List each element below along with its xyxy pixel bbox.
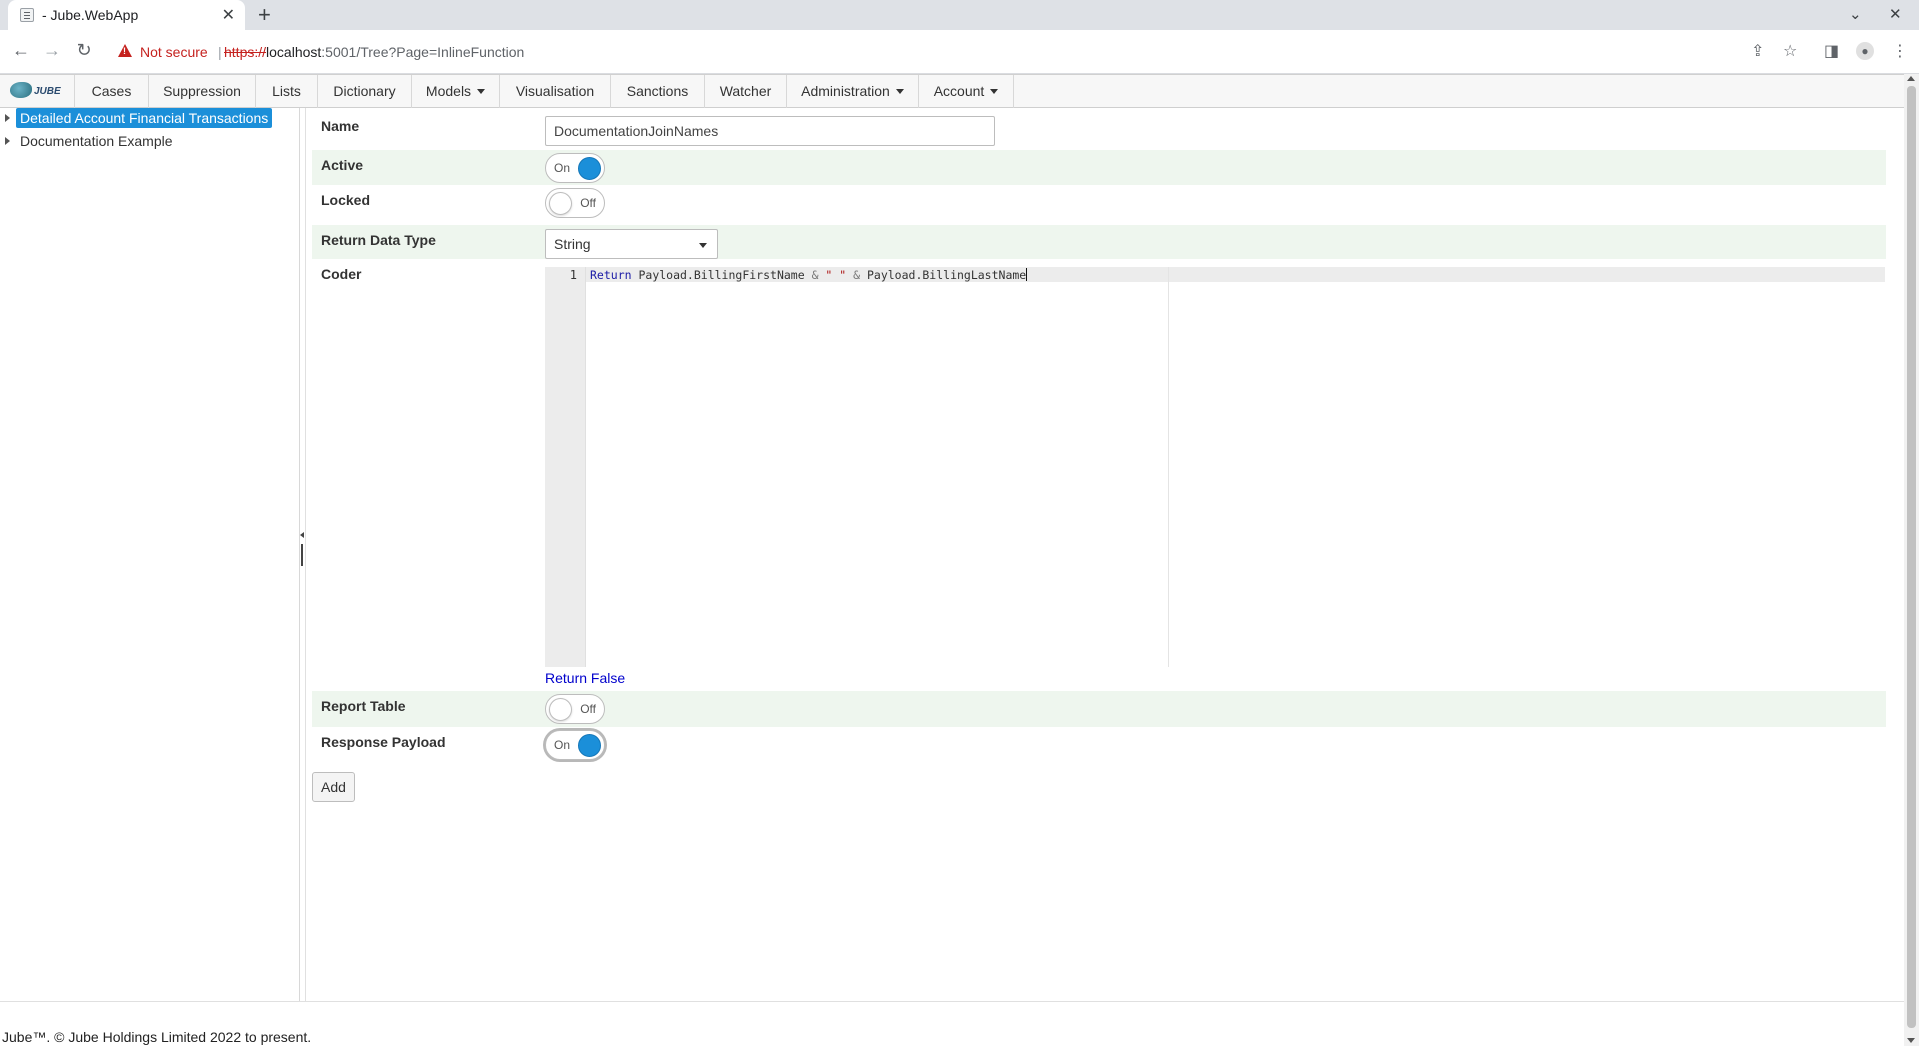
chevron-down-icon [990,89,999,94]
row-name: Name [312,108,1886,146]
menu-sanctions[interactable]: Sanctions [610,75,704,108]
menu-visualisation[interactable]: Visualisation [499,75,610,108]
toggle-knob [578,734,601,757]
chevron-down-icon [895,89,904,94]
add-button[interactable]: Add [312,772,355,802]
omnibox-separator: | [218,44,222,60]
not-secure-label[interactable]: Not secure [140,44,208,60]
app-menu-bar: JUBE Cases Suppression Lists Dictionary … [0,74,1904,108]
expand-arrow-icon[interactable] [5,114,10,122]
toggle-knob [578,157,601,180]
menu-account[interactable]: Account [918,75,1014,108]
menu-administration[interactable]: Administration [786,75,918,108]
toggle-knob [549,698,572,721]
jube-logo[interactable]: JUBE [8,79,66,103]
chevron-down-icon [477,89,486,94]
scrollbar-thumb[interactable] [1907,86,1916,1028]
locked-toggle[interactable]: Off [545,188,605,218]
response-payload-toggle[interactable]: On [545,730,605,760]
active-toggle[interactable]: On [545,153,605,183]
row-response-payload: Response Payload On [312,727,1886,763]
tab-title: - Jube.WebApp [42,7,139,23]
active-label: Active [321,157,364,173]
return-type-label: Return Data Type [321,232,436,248]
logo-text: JUBE [34,86,61,97]
forward-icon[interactable]: → [41,40,63,61]
row-coder: Coder 1 Return Payload.BillingFirstName … [312,259,1886,671]
back-icon[interactable]: ← [10,40,32,61]
menu-suppression[interactable]: Suppression [148,75,255,108]
collapse-arrow-icon[interactable] [300,532,304,538]
scroll-up-icon[interactable] [1907,76,1915,81]
browser-menu-icon[interactable]: ⋮ [1892,41,1908,61]
new-tab-button[interactable]: + [258,2,271,28]
report-table-label: Report Table [321,698,406,714]
url-omnibox[interactable]: Not secure | https://localhost:5001/Tree… [108,36,1768,68]
share-icon[interactable]: ⇪ [1751,41,1764,61]
tab-search-icon[interactable]: ⌄ [1849,5,1862,23]
response-payload-label: Response Payload [321,734,446,750]
scroll-down-icon[interactable] [1907,1038,1915,1043]
code-gutter: 1 [545,267,586,667]
menu-cases[interactable]: Cases [74,75,148,108]
url-text[interactable]: https://localhost:5001/Tree?Page=InlineF… [224,44,524,60]
bookmark-star-icon[interactable]: ☆ [1783,41,1797,61]
address-bar: ← → ↻ Not secure | https://localhost:500… [0,30,1919,74]
name-input[interactable] [545,116,995,146]
chevron-down-icon [699,243,707,248]
locked-label: Locked [321,192,371,208]
model-tree: Detailed Account Financial Transactions … [0,108,300,1001]
code-line[interactable]: Return Payload.BillingFirstName & " " & … [590,268,1028,282]
coder-label: Coder [321,266,362,282]
page-icon [20,8,34,22]
splitter-handle[interactable] [301,544,303,566]
menu-lists[interactable]: Lists [255,75,317,108]
text-cursor [1026,268,1028,281]
row-return-type: Return Data Type String [312,225,1886,259]
row-report-table: Report Table Off [312,691,1886,727]
name-label: Name [321,118,360,134]
reload-icon[interactable]: ↻ [73,40,95,61]
inline-function-form: Name Active On Locked Off Return Data Ty… [306,108,1904,1001]
return-type-select[interactable]: String [545,229,718,259]
print-margin [1168,267,1169,667]
footer-copyright: Jube™. © Jube Holdings Limited 2022 to p… [2,1029,312,1045]
warning-icon [118,44,132,57]
report-table-toggle[interactable]: Off [545,694,605,724]
row-active: Active On [312,150,1886,185]
browser-tab[interactable]: - Jube.WebApp ✕ [8,0,245,30]
vertical-scrollbar[interactable] [1904,74,1919,1046]
close-tab-icon[interactable]: ✕ [222,5,235,25]
row-locked: Locked Off [312,185,1886,220]
browser-tab-strip: - Jube.WebApp ✕ + ⌄ ✕ [0,0,1919,30]
jube-logo-icon [10,82,32,98]
toggle-knob [549,192,572,215]
menu-watcher[interactable]: Watcher [704,75,786,108]
line-number: 1 [569,268,577,282]
menu-models[interactable]: Models [411,75,499,108]
return-false-link[interactable]: Return False [545,670,625,686]
side-panel-icon[interactable]: ◨ [1824,41,1839,61]
code-editor[interactable]: 1 Return Payload.BillingFirstName & " " … [545,267,1885,667]
menu-dictionary[interactable]: Dictionary [317,75,411,108]
profile-avatar-icon[interactable]: ● [1856,42,1874,60]
expand-arrow-icon[interactable] [5,137,10,145]
window-close-icon[interactable]: ✕ [1889,5,1902,23]
page-footer: Jube™. © Jube Holdings Limited 2022 to p… [0,1001,1904,1046]
